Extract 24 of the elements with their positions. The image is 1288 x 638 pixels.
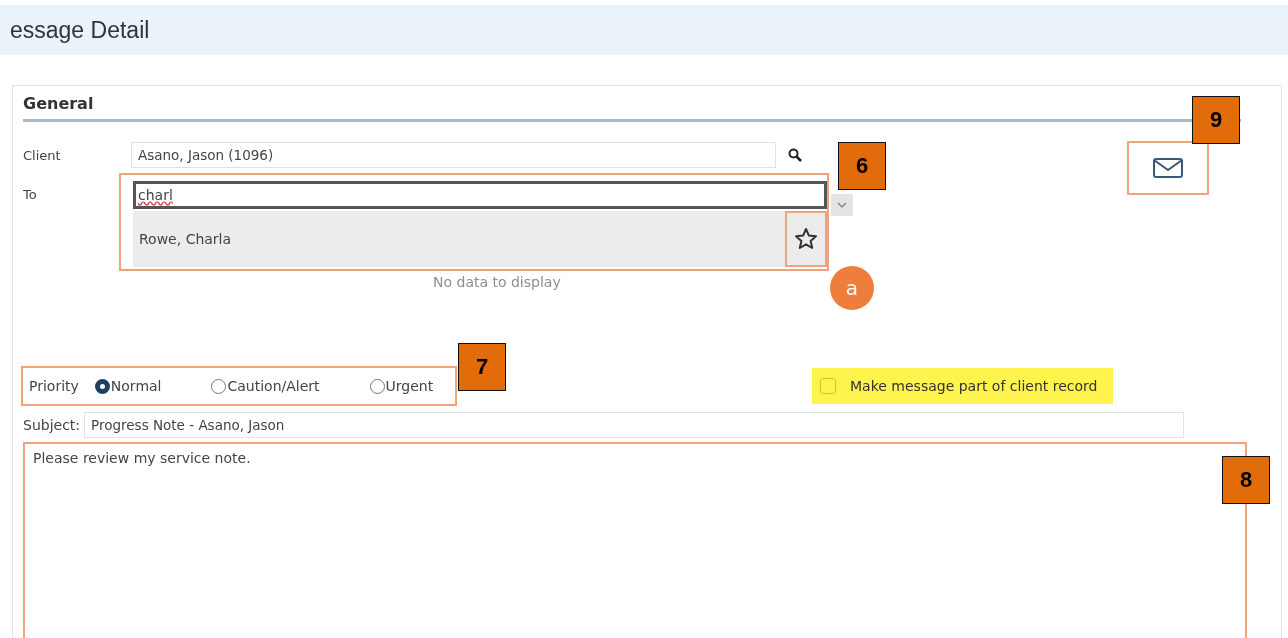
envelope-icon[interactable] — [1153, 158, 1183, 178]
chevron-down-icon — [836, 201, 848, 209]
recipient-input[interactable]: charl — [133, 181, 827, 209]
subject-field[interactable]: Progress Note - Asano, Jason — [84, 412, 1185, 438]
client-field[interactable]: Asano, Jason (1096) — [131, 142, 776, 168]
field-label: Priority — [29, 378, 79, 394]
field-label: Subject: — [23, 417, 81, 433]
star-icon — [794, 227, 818, 251]
priority-radio[interactable]: Caution/Alert — [211, 378, 320, 394]
empty-message: No data to display — [433, 274, 561, 290]
callout-number: 9 — [1192, 96, 1240, 144]
priority-radio[interactable]: Urgent — [369, 378, 434, 394]
callout-letter: a — [830, 266, 874, 310]
window-title: essage Detail — [10, 16, 150, 44]
field-label: To — [23, 186, 38, 202]
favorite-button[interactable] — [785, 211, 827, 267]
field-label: Client — [23, 147, 62, 163]
search-icon[interactable] — [788, 148, 802, 162]
client-record-checkbox[interactable]: Make message part of client record — [812, 368, 1114, 404]
priority-radio[interactable]: Normal — [94, 378, 162, 394]
callout-number: 6 — [838, 142, 886, 190]
callout-number: 7 — [458, 343, 506, 391]
callout-number: 8 — [1222, 456, 1270, 504]
suggestion-item[interactable]: Rowe, Charla — [133, 211, 827, 267]
